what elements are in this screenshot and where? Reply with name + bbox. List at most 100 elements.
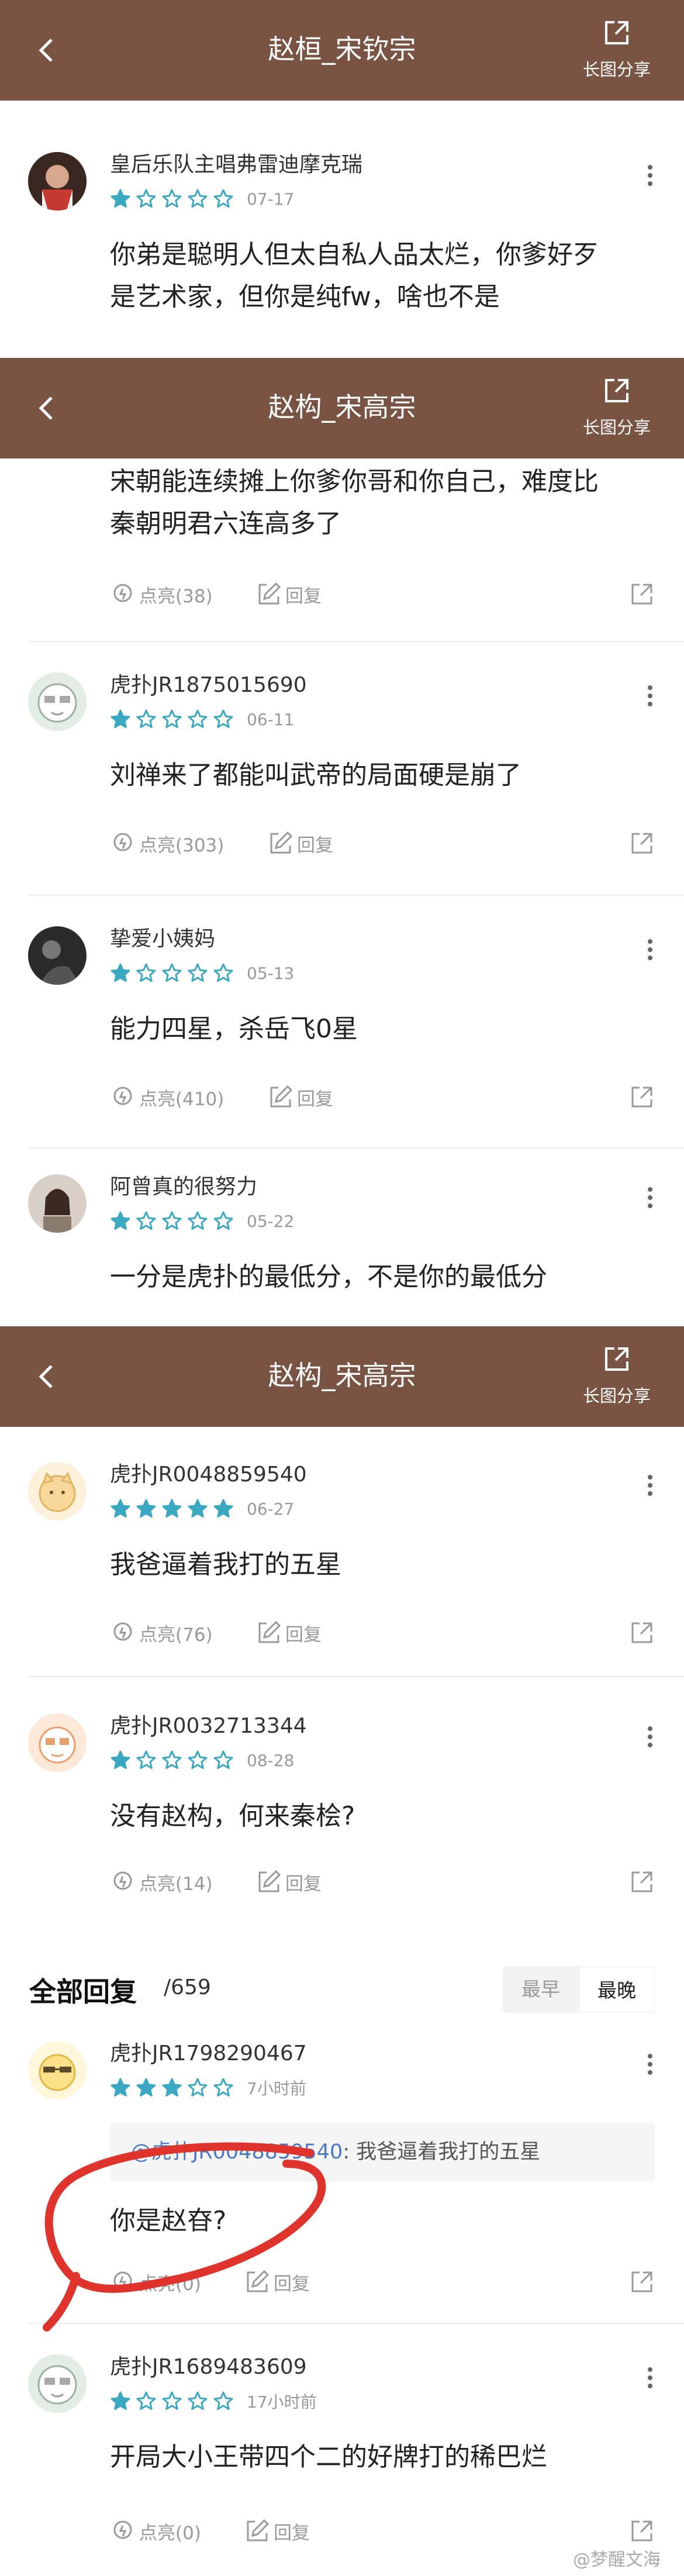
comment-date: 07-17 [247, 189, 295, 209]
reply-button[interactable]: 回复 [256, 579, 322, 609]
reply-label: 回复 [285, 1873, 322, 1895]
star-icon [110, 1499, 130, 1518]
share-icon [631, 584, 652, 605]
share-comment-button[interactable] [629, 2267, 655, 2297]
like-button[interactable]: 点亮(38) [110, 579, 213, 609]
more-options-icon[interactable] [645, 2050, 655, 2085]
comment-actions: 点亮(410) 回复 [110, 1082, 655, 1112]
username[interactable]: 虎扑JR1798290467 [110, 2041, 307, 2067]
star-icon [162, 189, 182, 208]
more-options-icon[interactable] [645, 1184, 655, 1219]
reply-button[interactable]: 回复 [256, 1618, 322, 1648]
long-image-share-button[interactable]: 长图分享 [573, 18, 661, 81]
more-options-icon[interactable] [645, 2364, 655, 2399]
photo-avatar-icon[interactable] [28, 1174, 87, 1233]
reply-button[interactable]: 回复 [256, 1867, 322, 1897]
star-icon [188, 2078, 208, 2096]
more-options-icon[interactable] [645, 161, 655, 196]
comment-actions: 点亮(0) 回复 [110, 2516, 655, 2546]
comment-date: 05-22 [247, 1211, 295, 1231]
comment-line: 你弟是聪明人但太自私人品太烂，你爹好歹 [110, 240, 599, 270]
lightbulb-icon [113, 833, 132, 851]
share-icon [631, 1622, 652, 1643]
comment-line: 能力四星，杀岳飞0星 [110, 1014, 358, 1044]
share-comment-button[interactable] [629, 828, 655, 858]
share-comment-button[interactable] [629, 1618, 655, 1648]
default-avatar-icon[interactable] [28, 673, 87, 731]
section-title: 全部回复 [29, 1976, 137, 2008]
like-button[interactable]: 点亮(303) [110, 828, 224, 858]
default-avatar-icon[interactable] [28, 2354, 87, 2413]
photo-avatar-icon[interactable] [28, 152, 87, 211]
comment-line: 宋朝能连续摊上你爹你哥和你自己，难度比 [110, 467, 599, 496]
sort-earliest-button[interactable]: 最早 [503, 1966, 579, 2013]
username[interactable]: 阿曾真的很努力 [110, 1174, 257, 1200]
like-button[interactable]: 点亮(76) [110, 1618, 213, 1648]
reply-button[interactable]: 回复 [244, 2516, 310, 2546]
star-rating: 08-28 [110, 1749, 294, 1772]
reply-button[interactable]: 回复 [268, 828, 333, 858]
star-icon [213, 1750, 233, 1769]
photo-avatar-icon[interactable] [28, 926, 87, 985]
comment-text: 我爸逼着我打的五星 [110, 1544, 649, 1586]
star-icon [213, 1211, 233, 1230]
default-avatar-icon[interactable] [28, 2041, 87, 2099]
lightbulb-icon [113, 1871, 132, 1890]
comment-actions: 点亮(14) 回复 [110, 1867, 655, 1897]
star-rating: 06-27 [110, 1497, 294, 1520]
username[interactable]: 虎扑JR0048859540 [110, 1462, 307, 1488]
comment-text: 宋朝能连续摊上你爹你哥和你自己，难度比 秦朝明君六连高多了 [110, 461, 649, 545]
like-button[interactable]: 点亮(410) [110, 1082, 224, 1112]
share-comment-button[interactable] [629, 1082, 655, 1112]
star-icon [188, 1750, 208, 1769]
comment-line: 我爸逼着我打的五星 [110, 1550, 341, 1580]
divider [28, 895, 684, 896]
default-avatar-icon[interactable] [28, 1462, 87, 1520]
like-button[interactable]: 点亮(0) [110, 2516, 201, 2546]
share-icon [605, 1347, 628, 1371]
lightbulb-icon [113, 584, 132, 602]
username[interactable]: 挚爱小姨妈 [110, 926, 215, 952]
edit-icon [270, 831, 293, 854]
more-options-icon[interactable] [645, 1723, 655, 1758]
long-image-share-button[interactable]: 长图分享 [573, 375, 661, 439]
divider [28, 1147, 684, 1149]
username[interactable]: 皇后乐队主唱弗雷迪摩克瑞 [110, 152, 362, 178]
star-icon [213, 2391, 233, 2410]
username[interactable]: 虎扑JR1875015690 [110, 673, 307, 698]
star-icon [136, 963, 156, 982]
star-icon [110, 189, 130, 208]
star-icon [213, 1499, 233, 1518]
lightbulb-icon [113, 2520, 132, 2539]
username[interactable]: 虎扑JR1689483609 [110, 2354, 307, 2380]
edit-icon [258, 582, 281, 605]
all-replies-header: 全部回复 /659 最早 最晚 [0, 1953, 684, 2023]
reply-label: 回复 [274, 2522, 310, 2544]
page-header: 赵构_宋高宗 长图分享 [0, 358, 684, 458]
comment-date: 7小时前 [247, 2079, 306, 2098]
share-comment-button[interactable] [629, 1867, 655, 1897]
reply-button[interactable]: 回复 [268, 1082, 333, 1112]
more-options-icon[interactable] [645, 682, 655, 717]
default-avatar-icon[interactable] [28, 1713, 87, 1772]
star-icon [188, 1499, 208, 1518]
more-options-icon[interactable] [645, 936, 655, 971]
edit-icon [258, 1620, 281, 1643]
share-icon [631, 833, 652, 854]
star-rating: 06-11 [110, 708, 294, 731]
star-icon [136, 1211, 156, 1230]
long-image-share-button[interactable]: 长图分享 [573, 1344, 661, 1407]
username[interactable]: 虎扑JR0032713344 [110, 1713, 307, 1739]
share-label: 长图分享 [582, 1386, 651, 1406]
star-icon [162, 1750, 182, 1769]
share-icon [631, 2520, 652, 2541]
comment-line: 没有赵构，何来秦桧? [110, 1801, 355, 1831]
reply-label: 回复 [297, 1088, 333, 1110]
share-comment-button[interactable] [629, 2516, 655, 2546]
more-options-icon[interactable] [645, 1471, 655, 1506]
sort-latest-button[interactable]: 最晚 [579, 1966, 655, 2013]
comment-date: 08-28 [247, 1750, 295, 1770]
share-comment-button[interactable] [629, 579, 655, 609]
like-button[interactable]: 点亮(14) [110, 1867, 213, 1897]
star-icon [213, 189, 233, 208]
